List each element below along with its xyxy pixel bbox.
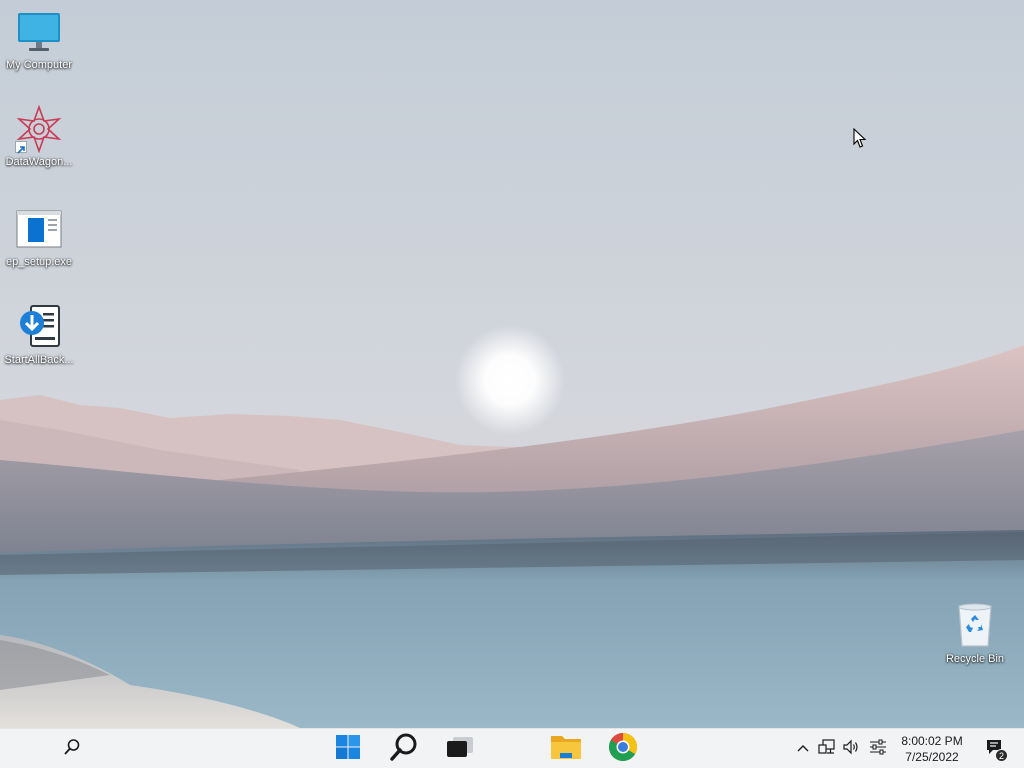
desktop-icon-datawagon[interactable]: DataWagon... — [0, 104, 78, 169]
desktop-icon-ep-setup[interactable]: ep_setup.exe — [0, 205, 78, 269]
desktop-wallpaper — [0, 0, 1024, 728]
desktop-icon-recycle-bin[interactable]: Recycle Bin — [936, 602, 1014, 666]
desktop-icon-startallback[interactable]: StartAllBack... — [0, 303, 78, 367]
chrome-button[interactable] — [603, 731, 643, 767]
monitor-icon — [15, 8, 63, 56]
startallback-icon — [15, 303, 63, 351]
desktop-icon-label: ep_setup.exe — [5, 256, 73, 268]
show-hidden-icons-button[interactable] — [792, 731, 814, 767]
search-icon — [63, 738, 81, 761]
mouse-pointer-icon — [853, 127, 867, 149]
installer-window-icon — [15, 205, 63, 253]
recycle-bin-icon — [951, 602, 999, 650]
shortcut-arrow-icon — [15, 141, 27, 154]
notification-center-button[interactable]: 2 — [978, 731, 1012, 767]
folder-icon — [550, 733, 582, 766]
clock-date: 7/25/2022 — [905, 750, 959, 764]
clock[interactable]: 8:00:02 PM 7/25/2022 — [896, 731, 968, 767]
desktop-icon-my-computer[interactable]: My Computer — [0, 8, 78, 72]
task-view-button[interactable] — [440, 731, 480, 767]
taskbar-search-large-button[interactable] — [384, 731, 424, 767]
volume-icon — [842, 738, 860, 761]
chevron-up-icon — [796, 740, 810, 758]
datawagon-icon — [15, 104, 63, 154]
windows-logo-icon — [335, 734, 361, 765]
desktop-icon-label: Recycle Bin — [945, 653, 1005, 665]
quick-settings-button[interactable] — [866, 731, 890, 767]
notification-count-badge: 2 — [995, 749, 1008, 762]
file-explorer-button[interactable] — [546, 731, 586, 767]
start-button[interactable] — [328, 731, 368, 767]
volume-button[interactable] — [840, 731, 862, 767]
desktop-icon-label: DataWagon... — [5, 156, 73, 168]
desktop-icon-label: My Computer — [5, 59, 73, 71]
task-view-icon — [444, 734, 476, 765]
clock-time: 8:00:02 PM — [901, 734, 963, 748]
chrome-icon — [608, 732, 638, 767]
magnifier-icon — [388, 731, 420, 768]
network-icon — [818, 738, 836, 761]
taskbar-search-button[interactable] — [52, 731, 92, 767]
settings-sliders-icon — [869, 738, 887, 761]
desktop-icon-label: StartAllBack... — [4, 354, 74, 366]
network-button[interactable] — [816, 731, 838, 767]
taskbar: 8:00:02 PM 7/25/2022 2 — [0, 728, 1024, 768]
